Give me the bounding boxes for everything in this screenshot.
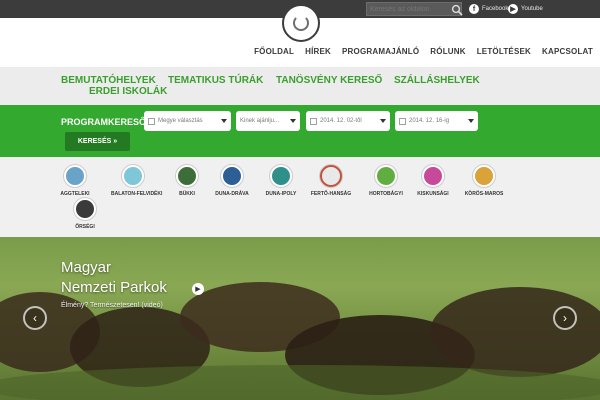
search-icon[interactable]	[451, 3, 463, 16]
facebook-link[interactable]: f Facebook	[469, 3, 508, 15]
park-aggteleki[interactable]: AGGTELEKI	[53, 165, 97, 197]
county-select[interactable]: Megye választás	[144, 111, 231, 131]
calendar-icon	[310, 117, 317, 125]
nav-item-news[interactable]: HÍREK	[305, 47, 331, 56]
park-ferto-hansag[interactable]: FERTŐ-HANSÁG	[309, 165, 353, 197]
hero-title-line1: Magyar	[61, 259, 112, 276]
park-balaton-felvideki[interactable]: BALATON-FELVIDÉKI	[111, 165, 163, 197]
hero-title-line2: Nemzeti Parkok	[61, 279, 167, 296]
nav-item-contact[interactable]: KAPCSOLAT	[542, 47, 593, 56]
park-duna-ipoly[interactable]: DUNA-IPOLY	[259, 165, 303, 197]
facebook-label: Facebook	[482, 6, 509, 12]
park-label: DUNA-IPOLY	[265, 191, 297, 197]
park-label: HORTOBÁGYI	[369, 191, 403, 197]
nav-item-programs[interactable]: PROGRAMAJÁNLÓ	[342, 47, 419, 56]
site-search-input[interactable]	[366, 2, 462, 16]
hortobagyi-logo-icon	[375, 165, 397, 187]
category-showrooms[interactable]: BEMUTATÓHELYEK	[61, 75, 156, 86]
youtube-label: Youtube	[521, 6, 543, 12]
chevron-down-icon	[290, 119, 296, 123]
nav-item-downloads[interactable]: LETÖLTÉSEK	[477, 47, 531, 56]
ferto-hansag-logo-icon	[320, 165, 342, 187]
youtube-link[interactable]: ▶ Youtube	[508, 3, 543, 15]
balaton-felvideki-logo-icon	[122, 165, 144, 187]
orsegi-logo-icon	[74, 198, 96, 220]
date-from-field[interactable]: 2014. 12. 02-től	[306, 111, 390, 131]
park-label: ŐRSÉGI	[75, 224, 95, 230]
park-duna-drava[interactable]: DUNA-DRÁVA	[210, 165, 254, 197]
nav-item-about[interactable]: RÓLUNK	[430, 47, 465, 56]
logo-mark	[293, 15, 309, 31]
duna-ipoly-logo-icon	[270, 165, 292, 187]
park-kiskunsagi[interactable]: KISKUNSÁGI	[411, 165, 455, 197]
park-label: KÖRÖS-MAROS	[464, 191, 504, 197]
hero-subtitle[interactable]: Élmény? Természetesen! (videó)	[61, 302, 163, 309]
play-icon[interactable]: ▶	[192, 283, 204, 295]
park-bukki[interactable]: BÜKKI	[165, 165, 209, 197]
park-label: AGGTELEKI	[60, 191, 90, 197]
audience-select-value: Kinek ajánlju...	[240, 118, 280, 124]
main-nav: FŐOLDAL HÍREK PROGRAMAJÁNLÓ RÓLUNK LETÖL…	[254, 47, 593, 56]
aggteleki-logo-icon	[64, 165, 86, 187]
date-from-value: 2014. 12. 02-től	[320, 118, 362, 124]
koros-maros-logo-icon	[473, 165, 495, 187]
chevron-down-icon	[380, 119, 386, 123]
search-button[interactable]: KERESÉS »	[65, 132, 130, 151]
park-label: KISKUNSÁGI	[417, 191, 449, 197]
youtube-icon: ▶	[508, 4, 518, 14]
slider-prev-button[interactable]: ‹	[23, 306, 47, 330]
park-label: DUNA-DRÁVA	[215, 191, 249, 197]
county-select-value: Megye választás	[158, 118, 203, 124]
nav-item-home[interactable]: FŐOLDAL	[254, 47, 294, 56]
duna-drava-logo-icon	[221, 165, 243, 187]
bukki-logo-icon	[176, 165, 198, 187]
category-accommodation[interactable]: SZÁLLÁSHELYEK	[394, 75, 480, 86]
park-label: BÜKKI	[179, 191, 195, 197]
category-forest-schools[interactable]: ERDEI ISKOLÁK	[89, 86, 167, 97]
date-to-value: 2014. 12. 16-ig	[409, 118, 450, 124]
park-label: FERTŐ-HANSÁG	[310, 191, 352, 197]
category-themed-tours[interactable]: TEMATIKUS TÚRÁK	[168, 75, 263, 86]
category-trail-finder[interactable]: TANÖSVÉNY KERESŐ	[276, 75, 382, 86]
park-koros-maros[interactable]: KÖRÖS-MAROS	[462, 165, 506, 197]
chevron-right-icon: ›	[563, 311, 567, 325]
date-to-field[interactable]: 2014. 12. 16-ig	[395, 111, 478, 131]
park-orsegi[interactable]: ŐRSÉGI	[63, 198, 107, 230]
list-icon	[148, 117, 155, 125]
chevron-down-icon	[468, 119, 474, 123]
chevron-left-icon: ‹	[33, 311, 37, 325]
park-hortobagyi[interactable]: HORTOBÁGYI	[364, 165, 408, 197]
facebook-icon: f	[469, 4, 479, 14]
calendar-icon	[399, 117, 406, 125]
chevron-down-icon	[221, 119, 227, 123]
program-search-label: PROGRAMKERESŐ	[61, 117, 147, 127]
audience-select[interactable]: Kinek ajánlju...	[236, 111, 300, 131]
logo[interactable]	[282, 4, 320, 42]
slider-next-button[interactable]: ›	[553, 306, 577, 330]
kiskunsagi-logo-icon	[422, 165, 444, 187]
park-label: BALATON-FELVIDÉKI	[111, 191, 163, 197]
